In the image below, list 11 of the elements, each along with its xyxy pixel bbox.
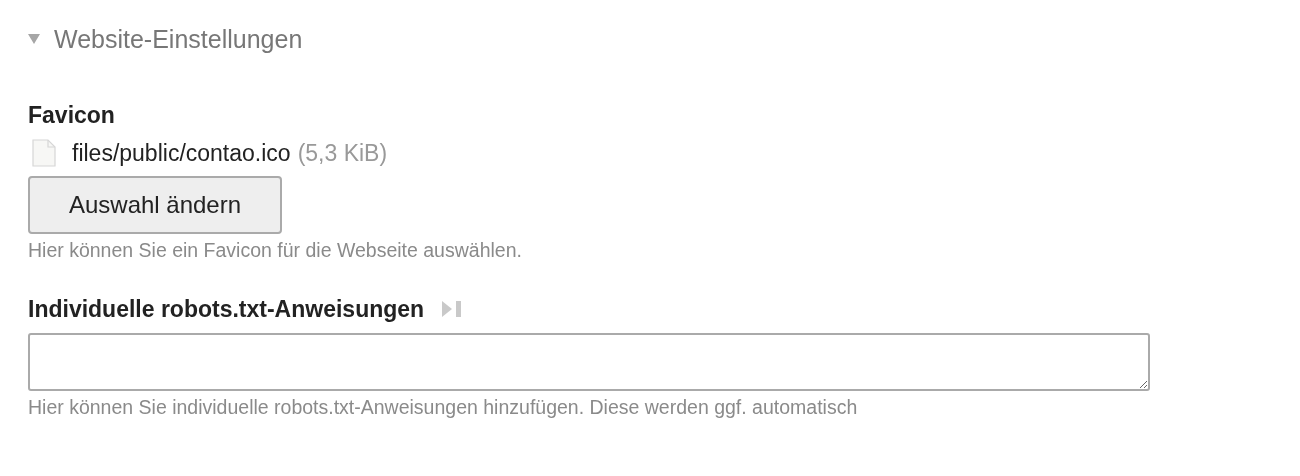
file-icon (32, 139, 56, 167)
section-title[interactable]: Website-Einstellungen (54, 24, 303, 54)
field-label: Favicon (28, 101, 116, 130)
robots-textarea[interactable] (28, 333, 1150, 391)
field-label: Individuelle robots.txt-Anweisungen (28, 295, 425, 323)
collapse-triangle-icon[interactable] (28, 34, 40, 44)
file-path: files/public/contao.ico (72, 139, 291, 167)
help-text: Hier können Sie individuelle robots.txt-Anweisungen hinzufügen. Diese werden ggf. automatisch (28, 395, 859, 420)
file-size: (5,3 KiB) (297, 139, 388, 167)
help-text: Hier können Sie ein Favicon für die Webseite auswählen. (28, 238, 523, 263)
change-selection-button[interactable]: Auswahl ändern (28, 176, 282, 234)
